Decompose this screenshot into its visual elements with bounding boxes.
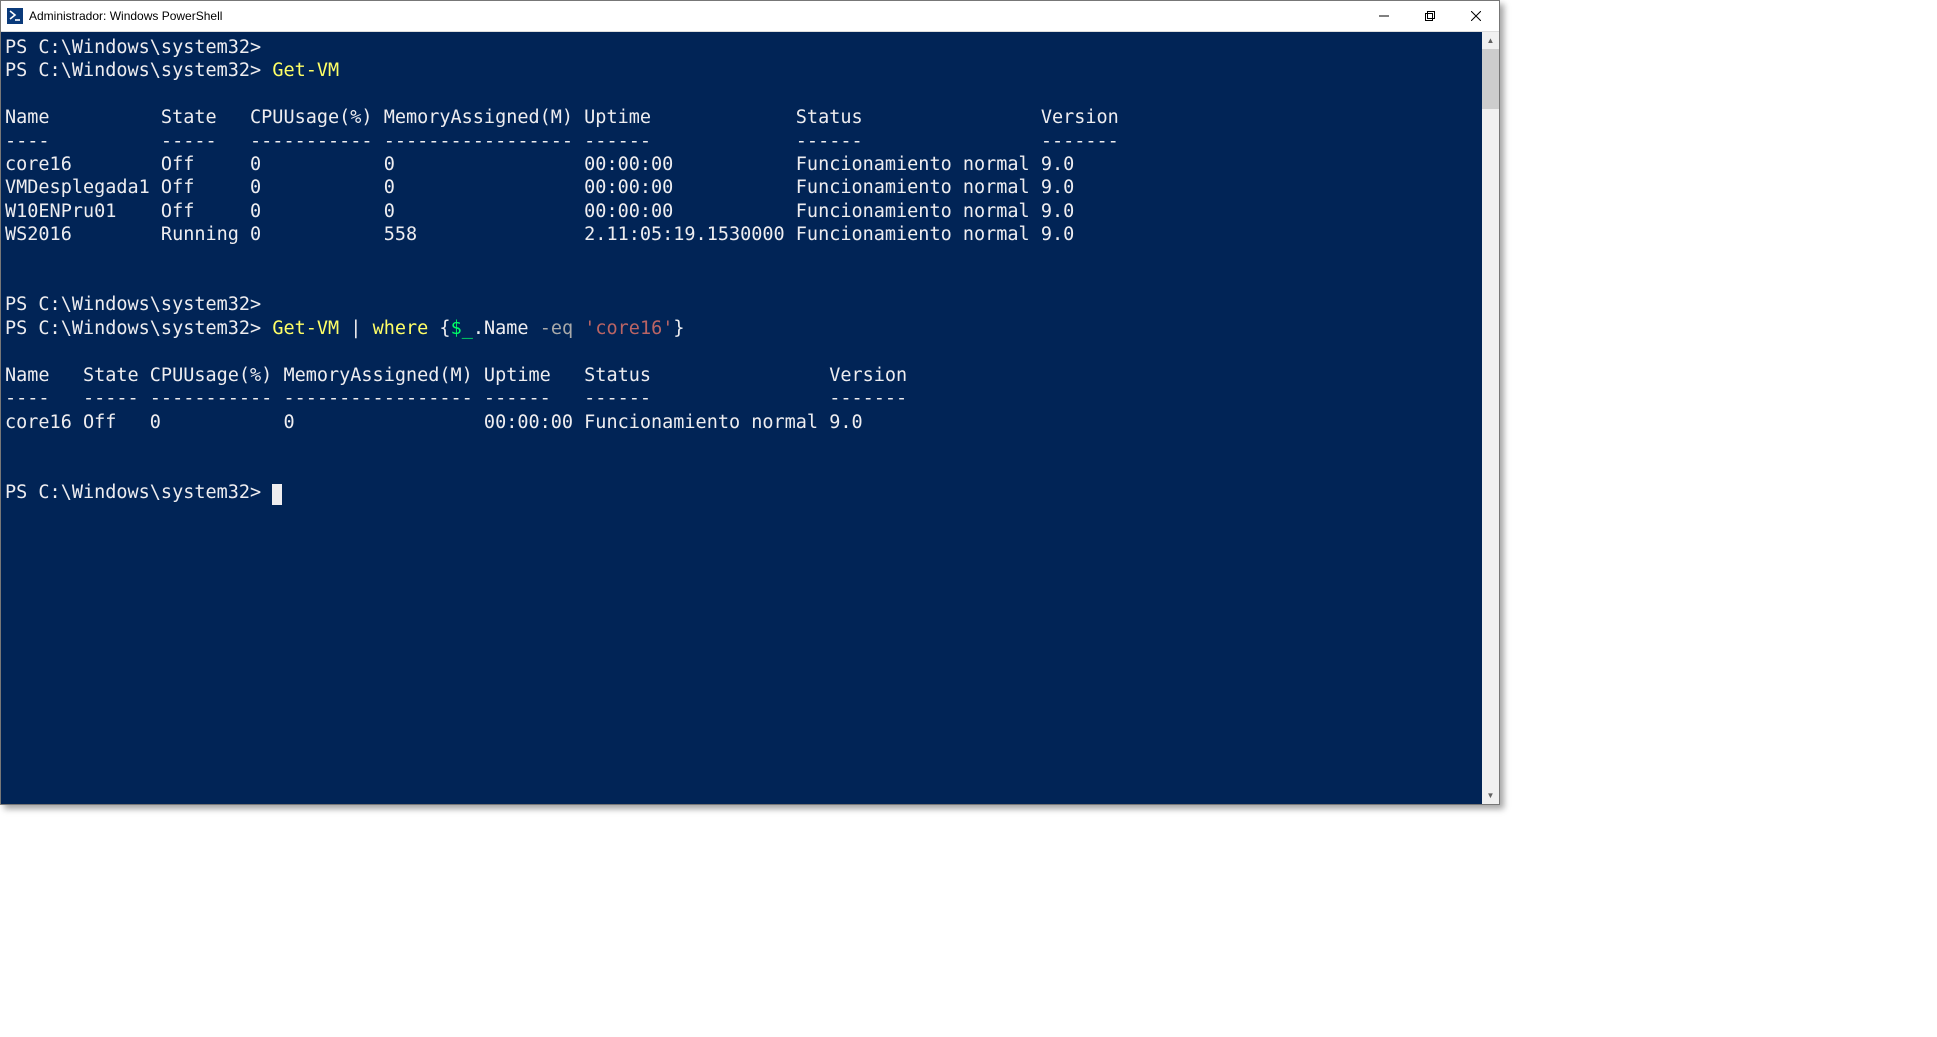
vertical-scrollbar[interactable]: ▲ ▼ bbox=[1482, 32, 1499, 804]
maximize-button[interactable] bbox=[1407, 1, 1453, 31]
scroll-thumb[interactable] bbox=[1482, 49, 1499, 109]
scroll-track[interactable] bbox=[1482, 49, 1499, 787]
titlebar[interactable]: Administrador: Windows PowerShell bbox=[1, 1, 1499, 32]
terminal-output[interactable]: PS C:\Windows\system32> PS C:\Windows\sy… bbox=[1, 32, 1482, 804]
minimize-button[interactable] bbox=[1361, 1, 1407, 31]
powershell-icon bbox=[7, 8, 23, 24]
window-title: Administrador: Windows PowerShell bbox=[29, 9, 222, 23]
scroll-down-button[interactable]: ▼ bbox=[1482, 787, 1499, 804]
scroll-up-button[interactable]: ▲ bbox=[1482, 32, 1499, 49]
close-button[interactable] bbox=[1453, 1, 1499, 31]
powershell-window: Administrador: Windows PowerShell PS C:\… bbox=[0, 0, 1500, 805]
